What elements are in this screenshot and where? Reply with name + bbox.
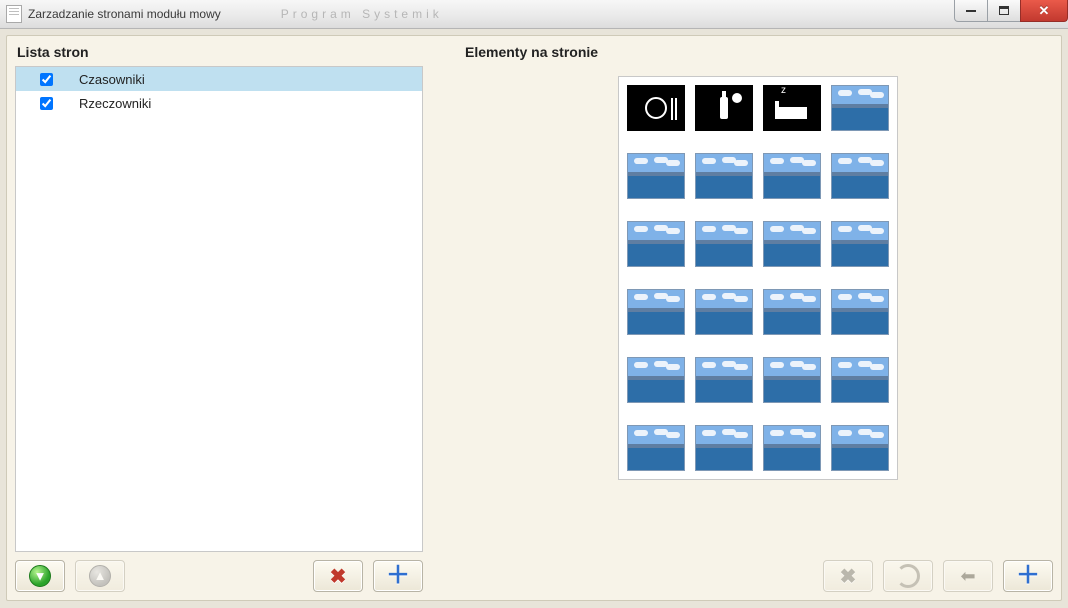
element-back-button: ⬅ (943, 560, 993, 592)
element-thumb-placeholder[interactable] (695, 153, 753, 199)
elements-grid (627, 85, 889, 471)
drink-icon (720, 97, 728, 119)
page-list-toolbar: ▼ ▲ ✖ ＋ (15, 560, 423, 592)
window-titlebar: Zarzadzanie stronami modułu mowy Program… (0, 0, 1068, 29)
element-add-element-button[interactable]: ＋ (1003, 560, 1053, 592)
elements-heading: Elementy na stronie (465, 44, 1053, 60)
element-thumb-placeholder[interactable] (831, 425, 889, 471)
element-thumb-placeholder[interactable] (627, 289, 685, 335)
element-thumb-placeholder[interactable] (695, 425, 753, 471)
element-thumb-sleep[interactable] (763, 85, 821, 131)
back-arrow-icon: ⬅ (960, 566, 975, 587)
element-delete-element-button: ✖ (823, 560, 873, 592)
minimize-button[interactable] (954, 0, 988, 22)
window-controls: ✕ (955, 0, 1068, 22)
element-thumb-placeholder[interactable] (627, 425, 685, 471)
page-list[interactable]: Czasowniki Rzeczowniki (15, 66, 423, 552)
elements-canvas (463, 66, 1053, 552)
element-refresh-button (883, 560, 933, 592)
page-move-up-button: ▲ (75, 560, 125, 592)
element-thumb-placeholder[interactable] (831, 85, 889, 131)
page-list-heading: Lista stron (17, 44, 423, 60)
main-panel: Lista stron Czasowniki Rzeczowniki ▼ ▲ ✖ ＋ E… (6, 35, 1062, 601)
elements-column: Elementy na stronie ✖ ⬅ ＋ (463, 42, 1053, 592)
element-thumb-placeholder[interactable] (695, 221, 753, 267)
element-thumb-eat[interactable] (627, 85, 685, 131)
element-thumb-placeholder[interactable] (627, 153, 685, 199)
delete-icon: ✖ (840, 564, 857, 589)
page-list-item-label: Czasowniki (79, 72, 145, 87)
elements-grid-frame (618, 76, 898, 480)
page-move-down-button[interactable]: ▼ (15, 560, 65, 592)
elements-toolbar: ✖ ⬅ ＋ (463, 560, 1053, 592)
page-list-column: Lista stron Czasowniki Rzeczowniki ▼ ▲ ✖ ＋ (15, 42, 423, 592)
page-list-item-label: Rzeczowniki (79, 96, 151, 111)
element-thumb-placeholder[interactable] (763, 425, 821, 471)
element-thumb-placeholder[interactable] (831, 153, 889, 199)
add-icon: ＋ (1016, 564, 1040, 588)
element-thumb-placeholder[interactable] (831, 357, 889, 403)
page-visible-checkbox[interactable] (40, 73, 53, 86)
element-thumb-placeholder[interactable] (831, 221, 889, 267)
element-thumb-placeholder[interactable] (695, 289, 753, 335)
element-thumb-placeholder[interactable] (627, 221, 685, 267)
document-icon (6, 5, 22, 23)
page-visible-checkbox[interactable] (40, 97, 53, 110)
element-thumb-drink[interactable] (695, 85, 753, 131)
window-title: Zarzadzanie stronami modułu mowy (28, 7, 221, 21)
add-icon: ＋ (386, 564, 410, 588)
arrow-down-icon: ▼ (29, 565, 51, 587)
refresh-icon (896, 564, 920, 588)
page-add-page-button[interactable]: ＋ (373, 560, 423, 592)
eat-icon (645, 97, 667, 119)
element-thumb-placeholder[interactable] (763, 221, 821, 267)
close-button[interactable]: ✕ (1020, 0, 1068, 22)
element-thumb-placeholder[interactable] (763, 289, 821, 335)
background-menu-ghost: Program Systemik (281, 7, 443, 21)
element-thumb-placeholder[interactable] (695, 357, 753, 403)
arrow-up-icon: ▲ (89, 565, 111, 587)
element-thumb-placeholder[interactable] (763, 153, 821, 199)
delete-icon: ✖ (330, 564, 347, 589)
maximize-button[interactable] (987, 0, 1021, 22)
page-list-item[interactable]: Rzeczowniki (16, 91, 422, 115)
page-delete-page-button[interactable]: ✖ (313, 560, 363, 592)
element-thumb-placeholder[interactable] (627, 357, 685, 403)
page-list-item[interactable]: Czasowniki (16, 67, 422, 91)
element-thumb-placeholder[interactable] (763, 357, 821, 403)
element-thumb-placeholder[interactable] (831, 289, 889, 335)
sleep-icon (777, 107, 807, 119)
